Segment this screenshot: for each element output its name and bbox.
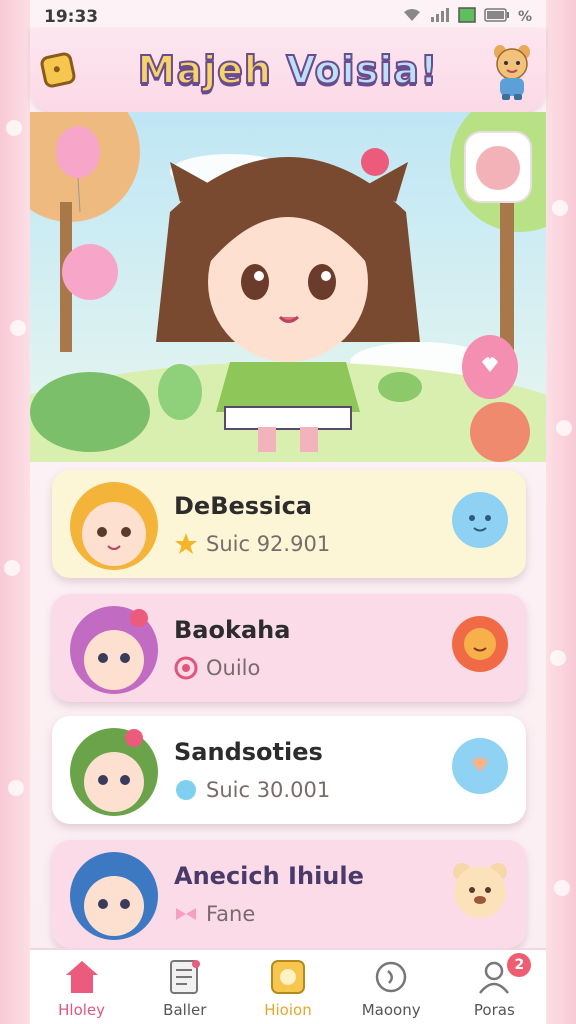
nav-list[interactable]: Baller — [140, 949, 230, 1024]
notification-badge: 2 — [507, 953, 532, 977]
character-card-3[interactable]: Sandsoties Suic 30.001 — [52, 716, 526, 824]
nav-label: Maoony — [361, 1001, 421, 1019]
battery-icon — [484, 8, 510, 26]
character-name: Baokaha — [174, 616, 291, 644]
character-card-2[interactable]: Baokaha Ouilo — [52, 594, 526, 702]
gift-box-icon[interactable] — [39, 51, 77, 89]
character-stat: Suic 92.901 — [174, 532, 330, 556]
nav-label: Hloley — [58, 1001, 106, 1019]
battery-label: % — [517, 9, 532, 25]
app-title-part2: Voisia! — [285, 47, 439, 93]
character-stat-text: Ouilo — [206, 656, 261, 680]
home-icon — [62, 957, 102, 997]
blue-orb-icon — [174, 778, 198, 802]
character-stat: Fane — [174, 902, 255, 926]
data-icon — [458, 7, 476, 27]
nav-center[interactable]: Hioion — [243, 949, 333, 1024]
character-stat: Ouilo — [174, 656, 260, 680]
pink-bow-icon — [174, 902, 198, 926]
nav-search[interactable]: Maoony — [346, 949, 436, 1024]
star-icon — [174, 532, 198, 556]
wifi-icon — [402, 8, 422, 26]
app-title: Majeh Voisia! — [137, 47, 439, 93]
character-name: DeBessica — [174, 492, 312, 520]
hero-illustration — [30, 112, 546, 462]
nav-label: Baller — [163, 1001, 207, 1019]
bottom-navigation: Hloley Baller Hioion Maoony Poras 2 — [30, 948, 546, 1024]
character-stat-text: Fane — [206, 902, 256, 926]
character-stat-text: Suic 92.901 — [206, 532, 331, 556]
nav-label: Poras — [473, 1001, 515, 1019]
character-stat: Suic 30.001 — [174, 778, 330, 802]
character-avatar — [64, 720, 164, 824]
search-icon — [371, 957, 411, 997]
bear-face-icon[interactable] — [446, 856, 514, 924]
character-avatar — [64, 474, 164, 578]
app-header: Majeh Voisia! — [30, 28, 546, 112]
nav-home[interactable]: Hloley — [37, 949, 127, 1024]
app-title-part1: Majeh — [137, 47, 272, 93]
gold-card-icon — [268, 957, 308, 997]
character-name: Sandsoties — [174, 738, 323, 766]
character-avatar — [64, 844, 164, 948]
user-avatar-icon[interactable] — [492, 42, 532, 100]
character-stat-text: Suic 30.001 — [206, 778, 331, 802]
character-card-4[interactable]: Anecich Ihiule Fane — [52, 840, 526, 948]
nav-profile[interactable]: Poras 2 — [449, 949, 539, 1024]
character-avatar — [64, 598, 164, 702]
flower-icon[interactable] — [446, 610, 514, 678]
heart-balloon-icon[interactable] — [446, 732, 514, 800]
signal-icon — [430, 8, 450, 26]
blue-cloud-icon[interactable] — [446, 486, 514, 554]
character-name: Anecich Ihiule — [174, 862, 364, 890]
nav-label: Hioion — [264, 1001, 312, 1019]
status-icons: % — [402, 7, 532, 27]
pink-ring-icon — [174, 656, 198, 680]
status-time: 19:33 — [44, 7, 99, 27]
list-icon — [165, 957, 205, 997]
character-card-1[interactable]: DeBessica Suic 92.901 — [52, 470, 526, 578]
